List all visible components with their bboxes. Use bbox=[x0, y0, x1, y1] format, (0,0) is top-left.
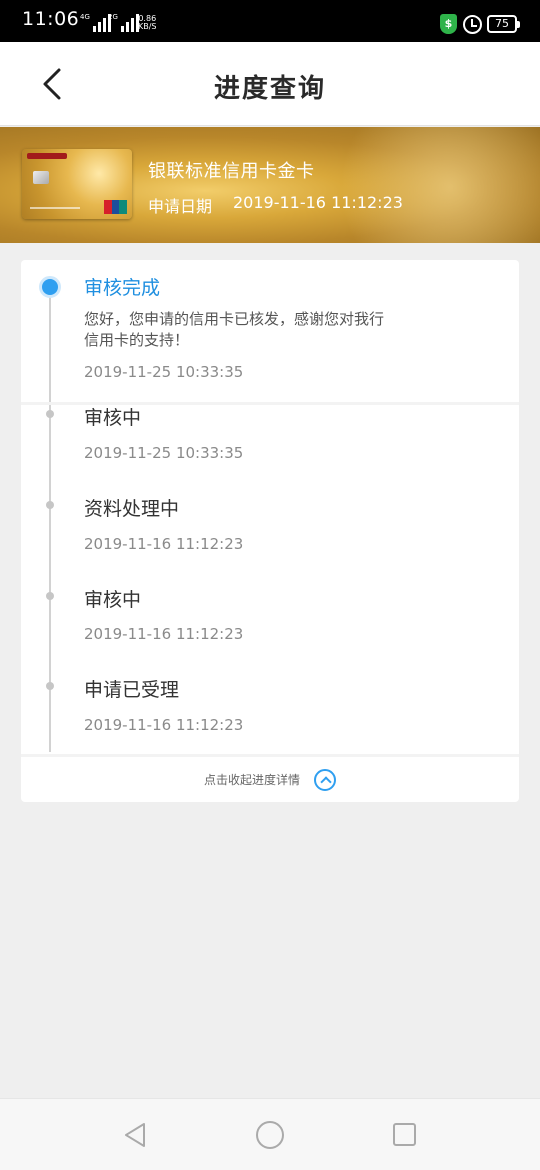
status-time: 11:06 bbox=[22, 8, 80, 30]
timeline-status: 申请已受理 bbox=[84, 679, 180, 701]
timeline-dot bbox=[46, 592, 54, 600]
timeline-status: 审核中 bbox=[84, 407, 142, 429]
page-title: 进度查询 bbox=[213, 74, 326, 104]
triangle-back-icon bbox=[125, 1123, 145, 1147]
timeline-dot-active bbox=[39, 276, 61, 298]
timeline-time: 2019-11-16 11:12:23 bbox=[84, 625, 244, 643]
collapse-details-button[interactable]: 点击收起进度详情 bbox=[21, 757, 519, 802]
collapse-label: 点击收起进度详情 bbox=[203, 773, 300, 787]
signal-icon: 2G bbox=[108, 14, 139, 32]
timeline-time: 2019-11-25 10:33:35 bbox=[84, 444, 244, 462]
apply-date-value: 2019-11-16 11:12:23 bbox=[233, 193, 403, 212]
battery-icon: 75 bbox=[487, 15, 520, 33]
progress-timeline: 审核完成 您好，您申请的信用卡已核发，感谢您对我行信用卡的支持！ 2019-11… bbox=[21, 260, 519, 802]
network-speed: 0.86 KB/S bbox=[138, 14, 157, 31]
timeline-status: 资料处理中 bbox=[84, 498, 180, 520]
nav-back-button[interactable] bbox=[122, 1121, 150, 1149]
timeline-time: 2019-11-25 10:33:35 bbox=[84, 363, 244, 381]
network-type-1: 4G bbox=[80, 13, 90, 21]
status-bar: 11:06 4G 2G 0.86 KB/S $ 75 bbox=[0, 0, 540, 42]
timeline-dot bbox=[46, 501, 54, 509]
shield-icon: $ bbox=[440, 14, 457, 34]
timeline-dot bbox=[46, 682, 54, 690]
nav-home-button[interactable] bbox=[256, 1121, 284, 1149]
nav-recents-button[interactable] bbox=[393, 1123, 416, 1146]
timeline-status: 审核中 bbox=[84, 589, 142, 611]
app-header: 进度查询 bbox=[0, 42, 540, 126]
timeline-time: 2019-11-16 11:12:23 bbox=[84, 535, 244, 553]
unionpay-logo-icon bbox=[104, 200, 128, 214]
card-banner: 银联标准信用卡金卡 申请日期 2019-11-16 11:12:23 bbox=[0, 127, 540, 243]
timeline-dot bbox=[46, 410, 54, 418]
system-nav-bar bbox=[0, 1098, 540, 1170]
network-type-2: 2G bbox=[108, 13, 118, 21]
alarm-icon bbox=[463, 15, 482, 34]
apply-date-label: 申请日期 bbox=[148, 197, 213, 216]
credit-card-image bbox=[22, 149, 132, 219]
chevron-up-circle-icon bbox=[314, 768, 336, 791]
card-name: 银联标准信用卡金卡 bbox=[148, 161, 315, 182]
timeline-status: 审核完成 bbox=[84, 277, 161, 299]
timeline-time: 2019-11-16 11:12:23 bbox=[84, 716, 244, 734]
timeline-description: 您好，您申请的信用卡已核发，感谢您对我行信用卡的支持！ bbox=[84, 310, 385, 349]
signal-icon: 4G bbox=[80, 14, 111, 32]
